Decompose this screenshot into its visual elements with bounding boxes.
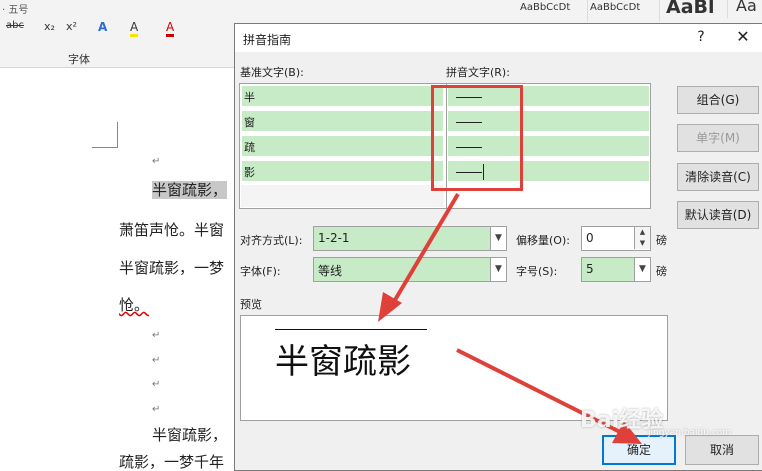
offset-spinner[interactable]: 0 ▲ ▼ <box>581 226 651 251</box>
size-value: 5 <box>586 262 594 276</box>
combine-button[interactable]: 组合(G) <box>677 86 759 114</box>
preview-pinyin-line <box>275 329 427 330</box>
baidu-watermark-url: jingyan.baidu.com <box>648 428 732 438</box>
format-row: abc x₂ x² A A A <box>0 17 240 39</box>
base-cell[interactable]: 疏 <box>241 135 444 157</box>
margin-corner-mark <box>92 122 118 148</box>
ok-button[interactable]: 确定 <box>602 435 676 465</box>
close-icon[interactable]: ✕ <box>733 27 753 46</box>
base-cell-empty <box>241 185 444 207</box>
base-cell[interactable]: 半 <box>241 85 444 107</box>
text-effects-button[interactable]: A <box>98 20 107 34</box>
font-group-label: 字体 <box>68 53 90 66</box>
alignment-select[interactable]: 1-2-1 ▼ <box>313 226 507 251</box>
doc-line[interactable]: 半窗疏影， <box>152 179 228 200</box>
help-icon[interactable]: ? <box>691 29 711 45</box>
paragraph-mark: ↵ <box>152 156 161 167</box>
font-color-button[interactable]: A <box>166 20 175 37</box>
size-label: 字号(S): <box>516 265 558 278</box>
paragraph-mark: ↵ <box>152 404 161 415</box>
spin-down-icon[interactable]: ▼ <box>634 238 650 249</box>
offset-unit: 磅 <box>656 234 667 247</box>
styles-gallery[interactable]: AaBbCcDt AaBbCcDt AaBl Aa <box>520 0 762 22</box>
font-size-box[interactable]: · 五号 <box>2 1 28 16</box>
chevron-down-icon[interactable]: ▼ <box>490 258 506 281</box>
highlight-button[interactable]: A <box>130 20 139 37</box>
alignment-label: 对齐方式(L): <box>240 234 303 247</box>
style-normal[interactable]: AaBbCcDt <box>520 0 588 22</box>
font-label: 字体(F): <box>240 265 281 278</box>
base-cell[interactable]: 窗 <box>241 110 444 132</box>
dialog-titlebar[interactable]: 拼音指南 ? ✕ <box>235 24 762 52</box>
single-char-button[interactable]: 单字(M) <box>677 124 759 152</box>
offset-value: 0 <box>586 231 594 245</box>
pinyin-text-label: 拼音文字(R): <box>446 66 510 79</box>
default-pinyin-button[interactable]: 默认读音(D) <box>677 201 759 229</box>
style-heading-2[interactable]: Aa <box>736 0 762 18</box>
strikethrough-button[interactable]: abc <box>6 20 24 31</box>
size-unit: 磅 <box>656 265 667 278</box>
annotation-red-box <box>431 85 523 191</box>
chevron-down-icon[interactable]: ▼ <box>490 227 506 250</box>
style-no-spacing[interactable]: AaBbCcDt <box>590 0 660 22</box>
base-text-label: 基准文字(B): <box>240 66 304 79</box>
style-heading-1[interactable]: AaBl <box>666 0 728 18</box>
superscript-button[interactable]: x² <box>66 20 77 33</box>
offset-label: 偏移量(O): <box>516 234 570 247</box>
spin-up-icon[interactable]: ▲ <box>634 227 650 238</box>
doc-line[interactable]: 半窗疏影，一梦 <box>119 257 224 278</box>
pinyin-guide-dialog: 拼音指南 ? ✕ 基准文字(B): 拼音文字(R): 半 窗 疏 影 组合(G)… <box>234 23 762 471</box>
paragraph-mark: ↵ <box>152 379 161 390</box>
subscript-button[interactable]: x₂ <box>44 20 55 33</box>
font-value: 等线 <box>318 264 343 278</box>
size-select[interactable]: 5 ▼ <box>581 257 651 282</box>
cancel-button[interactable]: 取消 <box>685 435 759 465</box>
doc-line[interactable]: 半窗疏影， <box>152 424 227 445</box>
preview-label: 预览 <box>240 298 262 311</box>
base-cell[interactable]: 影 <box>241 160 444 182</box>
paragraph-mark: ↵ <box>152 355 161 366</box>
doc-line[interactable]: 怆。 <box>119 294 149 315</box>
clear-pinyin-button[interactable]: 清除读音(C) <box>677 163 759 191</box>
ribbon-top-row: · 五号 <box>0 0 240 16</box>
font-select[interactable]: 等线 ▼ <box>313 257 507 282</box>
doc-line[interactable]: 疏影，一梦千年 <box>119 451 224 471</box>
alignment-value: 1-2-1 <box>318 231 350 245</box>
doc-line[interactable]: 萧笛声怆。半窗 <box>119 219 224 240</box>
paragraph-mark: ↵ <box>152 330 161 341</box>
chevron-down-icon[interactable]: ▼ <box>634 258 650 281</box>
preview-text: 半窗疏影 <box>275 342 411 382</box>
dialog-title: 拼音指南 <box>243 33 292 47</box>
